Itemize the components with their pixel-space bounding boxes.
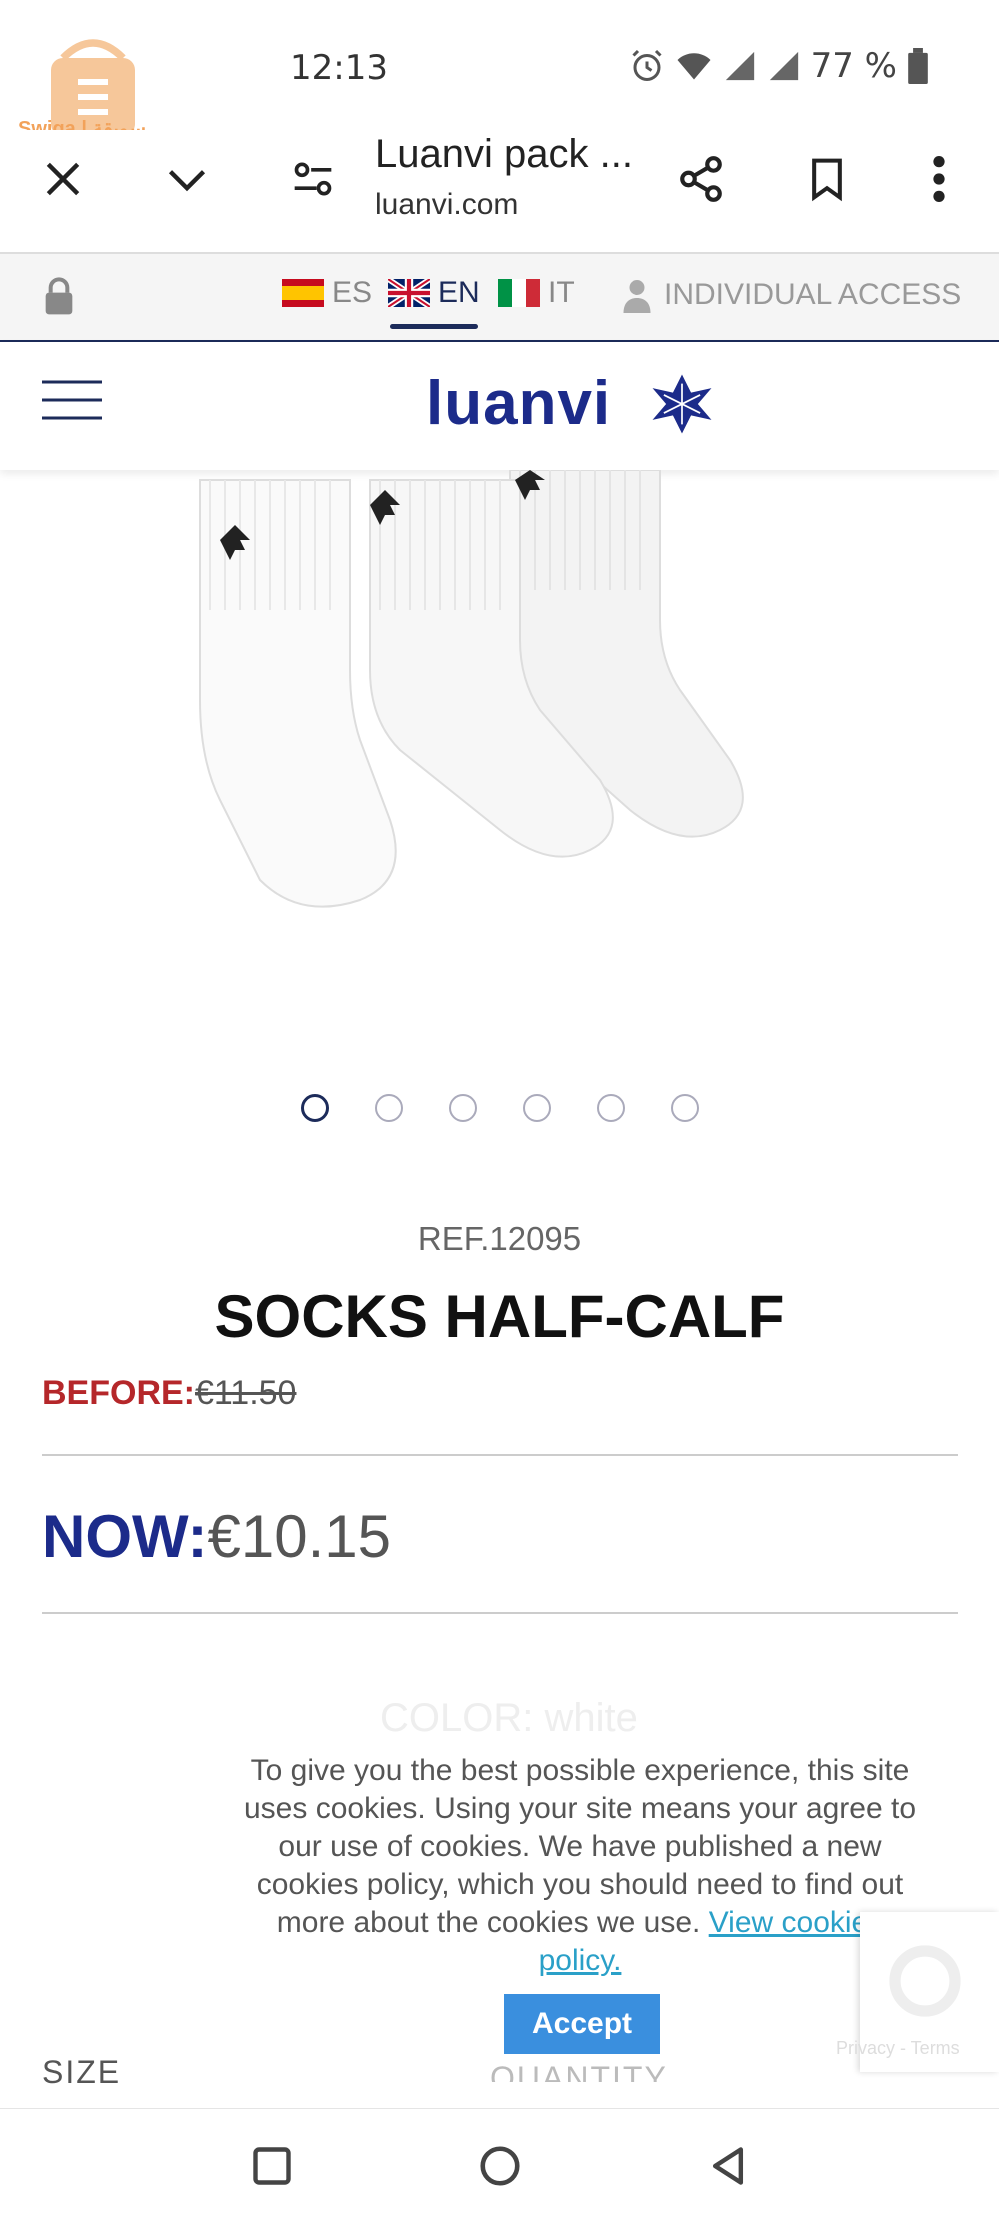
language-it-label: IT: [548, 276, 575, 309]
hamburger-menu-icon[interactable]: [40, 378, 104, 422]
more-options-icon[interactable]: [904, 144, 974, 214]
chevron-down-icon[interactable]: [152, 144, 222, 214]
battery-icon: [908, 48, 928, 84]
gallery-pagination: [0, 1094, 999, 1122]
recent-apps-icon[interactable]: [242, 2136, 302, 2196]
bookmark-icon[interactable]: [792, 144, 862, 214]
back-icon[interactable]: [698, 2136, 758, 2196]
before-price: €11.50: [195, 1374, 297, 1412]
product-reference: REF.12095: [417, 1220, 582, 1257]
before-label: BEFORE:: [42, 1374, 195, 1412]
before-price-row: BEFORE:€11.50: [42, 1374, 296, 1413]
page-domain[interactable]: luanvi.com: [375, 188, 518, 222]
share-icon[interactable]: [666, 144, 736, 214]
gallery-dot-1[interactable]: [300, 1094, 329, 1122]
gallery-dot-3[interactable]: [448, 1094, 477, 1122]
now-label: NOW:: [42, 1503, 208, 1570]
wifi-icon: [677, 53, 711, 80]
accept-cookies-button[interactable]: Accept: [504, 1994, 660, 2054]
gallery-dot-4[interactable]: [522, 1094, 551, 1122]
divider: [42, 1454, 958, 1456]
language-it[interactable]: IT: [498, 276, 575, 310]
page-title[interactable]: Luanvi pack ...: [375, 132, 633, 177]
home-icon[interactable]: [470, 2136, 530, 2196]
now-price: €10.15: [207, 1503, 392, 1570]
italy-flag-icon: [498, 279, 540, 307]
recaptcha-privacy-terms[interactable]: Privacy - Terms: [836, 2038, 960, 2059]
language-en-label: EN: [438, 276, 480, 309]
individual-access-link[interactable]: INDIVIDUAL ACCESS: [622, 276, 961, 314]
language-en[interactable]: EN: [388, 276, 480, 310]
language-es-label: ES: [332, 276, 373, 309]
alarm-icon: [632, 49, 662, 81]
product-image[interactable]: [190, 470, 830, 970]
now-price-row: NOW:€10.15: [42, 1502, 391, 1571]
battery-percent: 77 %: [810, 46, 897, 86]
status-icons: 77 %: [629, 46, 929, 86]
signal-icon-2: [769, 51, 798, 81]
user-icon: [623, 280, 651, 313]
product-title: SOCKS HALF-CALF: [214, 1283, 785, 1350]
close-icon[interactable]: [28, 144, 98, 214]
page-info-icon[interactable]: [278, 144, 348, 214]
status-time: 12:13: [290, 48, 388, 88]
individual-access-label: INDIVIDUAL ACCESS: [664, 278, 962, 311]
quantity-label: QUANTITY: [490, 2060, 668, 2082]
gallery-dot-6[interactable]: [670, 1094, 699, 1122]
active-language-underline: [390, 324, 478, 329]
size-label: SIZE: [42, 2054, 122, 2090]
divider: [42, 1612, 958, 1614]
cookie-notice: To give you the best possible experience…: [240, 1752, 920, 1980]
spain-flag-icon: [282, 279, 324, 307]
recaptcha-icon: [889, 1945, 961, 2017]
lock-icon: [45, 277, 73, 315]
luanvi-star-logo-icon: [652, 374, 712, 434]
gallery-dot-2[interactable]: [374, 1094, 403, 1122]
brand-logo-text[interactable]: luanvi: [426, 368, 611, 439]
signal-icon: [725, 51, 754, 81]
language-es[interactable]: ES: [282, 276, 372, 310]
uk-flag-icon: [388, 279, 430, 307]
color-label-faded: COLOR: white: [380, 1696, 638, 1740]
gallery-dot-5[interactable]: [596, 1094, 625, 1122]
